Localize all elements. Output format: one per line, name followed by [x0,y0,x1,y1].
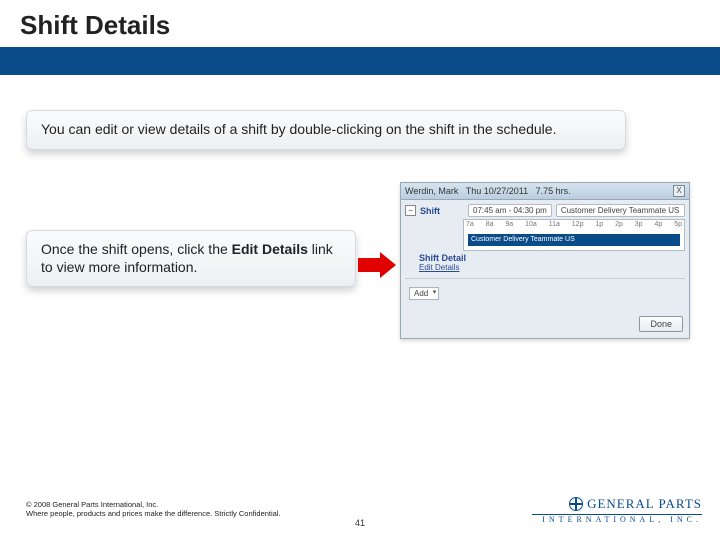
add-select[interactable]: Add [409,287,439,300]
shift-hours: 7.75 hrs. [536,186,571,196]
copyright-line2: Where people, products and prices make t… [26,509,281,518]
timeline: 7a 8a 9a 10a 11a 12p 1p 2p 3p 4p 5p Cust… [463,219,685,251]
copyright: © 2008 General Parts International, Inc.… [26,500,281,518]
tick: 4p [654,221,662,228]
slide-title: Shift Details [20,6,700,47]
shift-label: Shift [420,206,464,216]
slide: Shift Details You can edit or view detai… [0,0,720,540]
dialog-footer: Done [401,306,689,338]
tick: 5p [674,221,682,228]
tick: 10a [525,221,537,228]
title-bar-accent [0,47,720,75]
tick: 2p [615,221,623,228]
close-button[interactable]: X [673,185,685,197]
dialog-body: − Shift 07:45 am - 04:30 pm Customer Del… [401,200,689,306]
tick: 8a [486,221,494,228]
company-logo: GENERAL PARTS INTERNATIONAL, INC. [532,496,702,524]
slide-number: 41 [355,518,365,528]
red-arrow-icon [358,252,396,278]
shift-row: − Shift 07:45 am - 04:30 pm Customer Del… [405,204,685,217]
copyright-line1: © 2008 General Parts International, Inc. [26,500,281,509]
separator [405,278,685,279]
dialog-titlebar: Werdin, Mark Thu 10/27/2011 7.75 hrs. X [401,183,689,200]
tick: 3p [635,221,643,228]
expand-toggle[interactable]: − [405,205,416,216]
timeline-ticks: 7a 8a 9a 10a 11a 12p 1p 2p 3p 4p 5p [464,220,684,229]
shift-dialog: Werdin, Mark Thu 10/27/2011 7.75 hrs. X … [400,182,690,339]
instruction-bold: Edit Details [232,241,308,257]
logo-text-1: GENERAL PARTS [587,496,702,512]
tick: 12p [572,221,584,228]
dialog-header-text: Werdin, Mark Thu 10/27/2011 7.75 hrs. [405,186,571,196]
tick: 1p [595,221,603,228]
done-button[interactable]: Done [639,316,683,332]
employee-name: Werdin, Mark [405,186,458,196]
instruction-pre: Once the shift opens, click the [41,241,232,257]
tick: 11a [549,221,560,228]
globe-icon [569,497,583,511]
intro-text: You can edit or view details of a shift … [41,121,556,137]
add-row: Add [405,285,685,302]
shift-bar[interactable]: Customer Delivery Teammate US [468,234,680,246]
edit-details-link[interactable]: Edit Details [419,263,685,272]
title-area: Shift Details [0,0,720,47]
tick: 9a [505,221,513,228]
instruction-callout: Once the shift opens, click the Edit Det… [26,230,356,287]
tick: 7a [466,221,474,228]
shift-date: Thu 10/27/2011 [466,186,528,196]
intro-callout: You can edit or view details of a shift … [26,110,626,150]
logo-text-2: INTERNATIONAL, INC. [532,515,702,524]
shift-detail-label: Shift Detail [419,253,685,263]
role-chip[interactable]: Customer Delivery Teammate US [556,204,685,217]
time-range-chip[interactable]: 07:45 am - 04:30 pm [468,204,552,217]
